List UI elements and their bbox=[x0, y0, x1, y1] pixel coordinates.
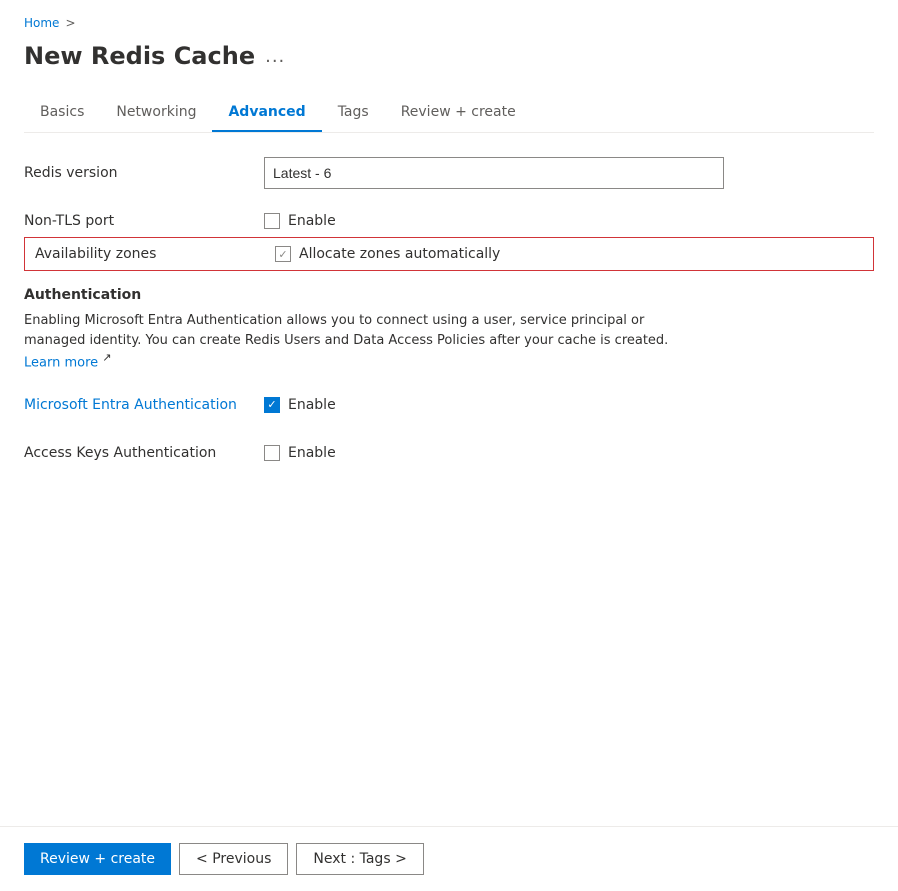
access-keys-checkbox[interactable] bbox=[264, 445, 280, 461]
tab-tags[interactable]: Tags bbox=[322, 94, 385, 132]
availability-zones-row: Availability zones Allocate zones automa… bbox=[24, 237, 874, 271]
redis-version-input[interactable] bbox=[264, 157, 724, 189]
previous-button[interactable]: < Previous bbox=[179, 843, 288, 875]
more-options-icon[interactable]: ... bbox=[265, 46, 285, 67]
tab-networking[interactable]: Networking bbox=[100, 94, 212, 132]
non-tls-checkbox[interactable] bbox=[264, 213, 280, 229]
page-title-row: New Redis Cache ... bbox=[24, 42, 874, 70]
tab-advanced[interactable]: Advanced bbox=[212, 94, 321, 132]
tab-bar: Basics Networking Advanced Tags Review +… bbox=[24, 94, 874, 133]
tab-review-create[interactable]: Review + create bbox=[385, 94, 532, 132]
redis-version-label: Redis version bbox=[24, 165, 264, 181]
authentication-heading: Authentication bbox=[24, 287, 874, 303]
breadcrumb-separator: > bbox=[65, 16, 75, 30]
tab-basics[interactable]: Basics bbox=[24, 94, 100, 132]
external-link-icon: ↗ bbox=[102, 351, 111, 364]
access-keys-checkbox-row: Enable bbox=[264, 445, 724, 461]
authentication-description: Enabling Microsoft Entra Authentication … bbox=[24, 311, 684, 373]
availability-zones-checkbox[interactable] bbox=[275, 246, 291, 262]
redis-version-control bbox=[264, 157, 724, 189]
availability-zones-enable-label: Allocate zones automatically bbox=[299, 246, 500, 262]
ms-entra-enable-label: Enable bbox=[288, 397, 336, 413]
ms-entra-control: Enable bbox=[264, 397, 724, 413]
access-keys-row: Access Keys Authentication Enable bbox=[24, 437, 874, 469]
non-tls-checkbox-row: Enable bbox=[264, 213, 724, 229]
non-tls-control: Enable bbox=[264, 213, 724, 229]
breadcrumb: Home > bbox=[24, 16, 874, 30]
non-tls-label: Non-TLS port bbox=[24, 213, 264, 229]
availability-zones-label: Availability zones bbox=[35, 246, 275, 262]
ms-entra-row: Microsoft Entra Authentication Enable bbox=[24, 389, 874, 421]
access-keys-control: Enable bbox=[264, 445, 724, 461]
access-keys-enable-label: Enable bbox=[288, 445, 336, 461]
ms-entra-checkbox[interactable] bbox=[264, 397, 280, 413]
ms-entra-checkbox-row: Enable bbox=[264, 397, 724, 413]
review-create-button[interactable]: Review + create bbox=[24, 843, 171, 875]
non-tls-row: Non-TLS port Enable bbox=[24, 205, 874, 237]
footer: Review + create < Previous Next : Tags > bbox=[0, 826, 898, 891]
learn-more-link[interactable]: Learn more bbox=[24, 355, 98, 370]
page-title: New Redis Cache bbox=[24, 42, 255, 70]
authentication-section: Authentication Enabling Microsoft Entra … bbox=[24, 287, 874, 469]
breadcrumb-home-link[interactable]: Home bbox=[24, 16, 59, 30]
access-keys-label: Access Keys Authentication bbox=[24, 445, 264, 461]
non-tls-enable-label: Enable bbox=[288, 213, 336, 229]
redis-version-row: Redis version bbox=[24, 157, 874, 189]
ms-entra-label: Microsoft Entra Authentication bbox=[24, 397, 264, 413]
authentication-description-text: Enabling Microsoft Entra Authentication … bbox=[24, 313, 668, 348]
availability-zones-checkbox-row: Allocate zones automatically bbox=[275, 246, 500, 262]
next-button[interactable]: Next : Tags > bbox=[296, 843, 423, 875]
